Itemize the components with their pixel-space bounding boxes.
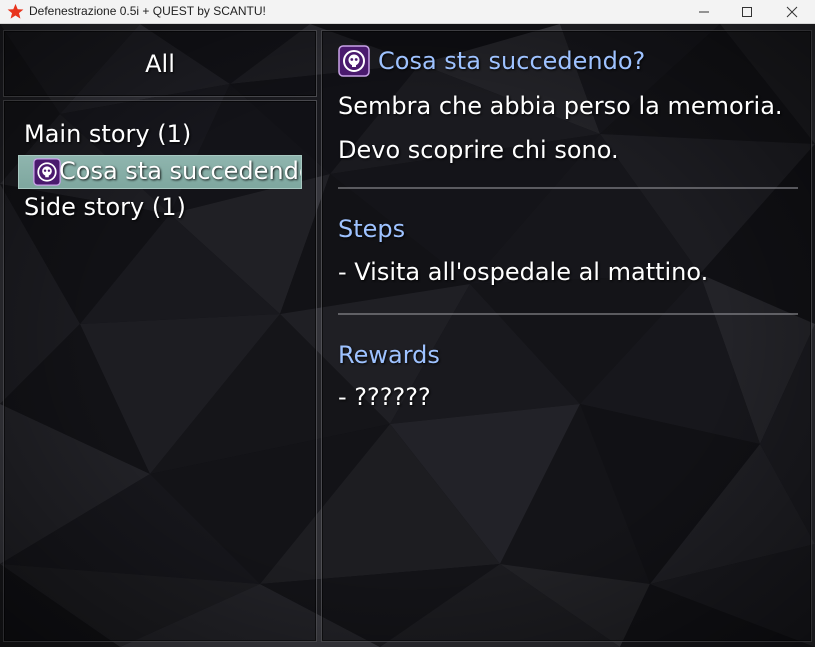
purple-skull-quest-icon (338, 45, 370, 77)
minimize-icon (699, 11, 709, 13)
close-button[interactable] (769, 0, 815, 24)
minimize-button[interactable] (681, 0, 727, 24)
window-title: Defenestrazione 0.5i + QUEST by SCANTU! (29, 4, 266, 18)
red-star-icon (7, 3, 24, 20)
detail-divider (338, 313, 798, 315)
close-icon (786, 6, 798, 18)
maximize-icon (742, 7, 752, 17)
window-titlebar[interactable]: Defenestrazione 0.5i + QUEST by SCANTU! (0, 0, 815, 24)
quest-detail-title: Cosa sta succedendo? (378, 47, 646, 75)
steps-text: - Visita all'ospedale al mattino. (338, 258, 709, 286)
detail-divider (338, 187, 798, 189)
rewards-heading: Rewards (338, 341, 440, 369)
quest-category-side-story[interactable]: Side story (1) (24, 193, 186, 221)
quest-category-main-story[interactable]: Main story (1) (24, 120, 191, 148)
quest-detail-description: Sembra che abbia perso la memoria. Devo … (338, 92, 783, 164)
purple-skull-quest-icon (33, 158, 61, 186)
rewards-text: - ?????? (338, 383, 431, 411)
maximize-button[interactable] (724, 0, 770, 24)
quest-list-item-label: Cosa sta succedendo? (59, 157, 302, 185)
steps-heading: Steps (338, 215, 406, 243)
category-label-all[interactable]: All (0, 50, 320, 78)
quest-list-item-selected[interactable]: Cosa sta succedendo? (18, 155, 302, 189)
